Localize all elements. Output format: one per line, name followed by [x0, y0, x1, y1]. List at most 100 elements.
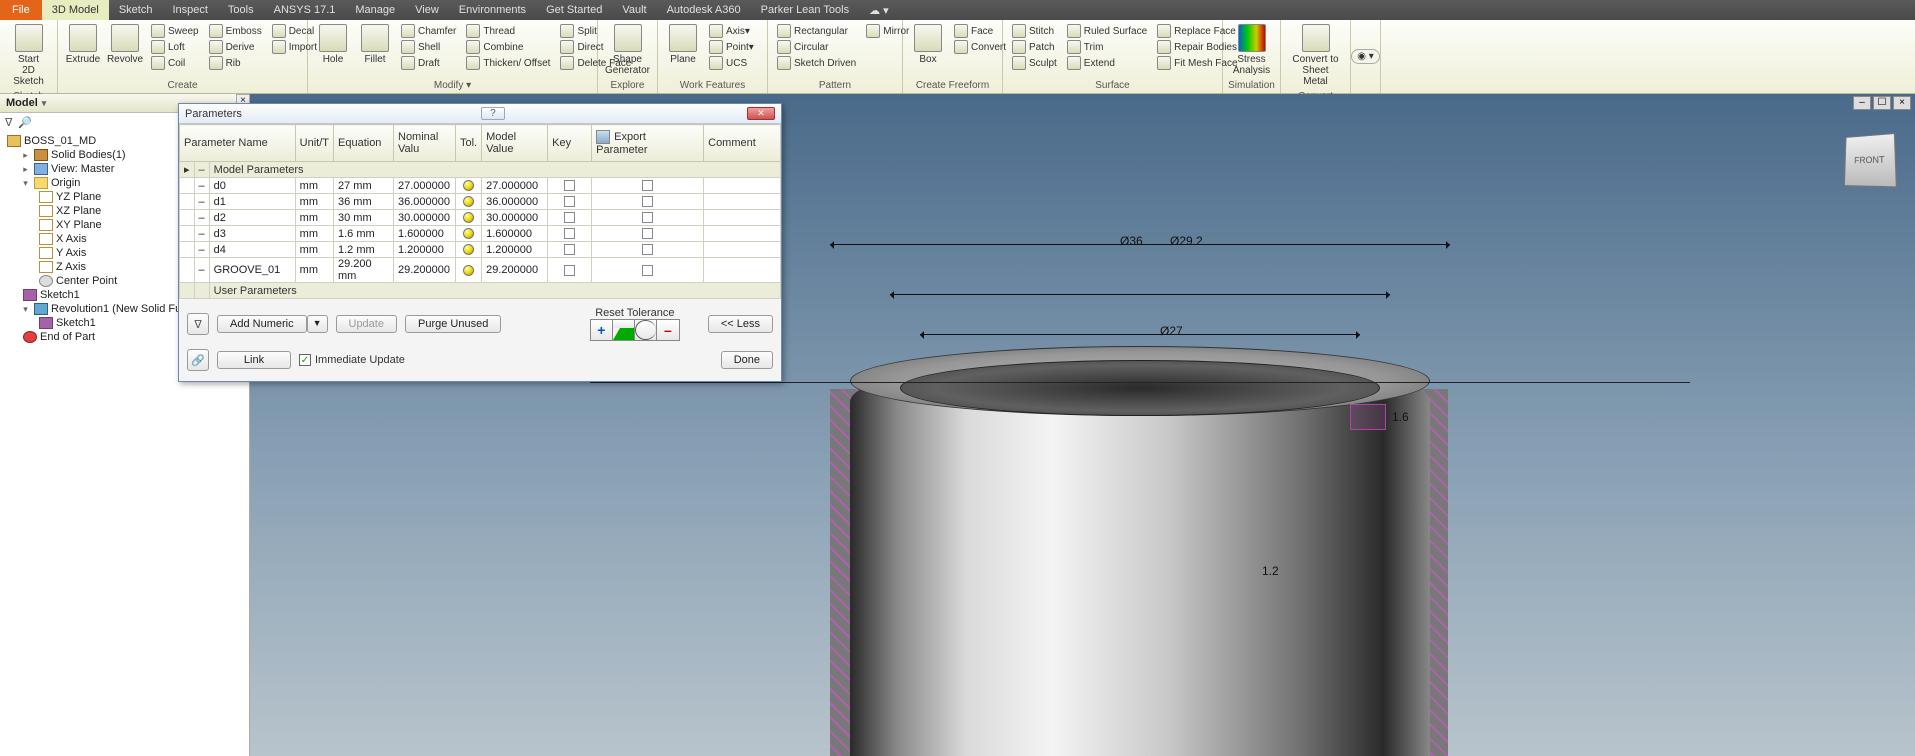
export-checkbox[interactable] — [642, 212, 653, 223]
tab-tools[interactable]: Tools — [218, 0, 264, 20]
thicken-button[interactable]: Thicken/ Offset — [464, 55, 552, 71]
export-checkbox[interactable] — [642, 196, 653, 207]
axis-button[interactable]: Axis ▾ — [707, 23, 756, 39]
link-button[interactable]: Link — [217, 351, 291, 369]
box-button[interactable]: Box — [907, 22, 949, 67]
table-row[interactable]: –d0mm27 mm27.00000027.000000 — [180, 178, 781, 194]
plane-button[interactable]: Plane — [662, 22, 704, 67]
shell-button[interactable]: Shell — [399, 39, 458, 55]
done-button[interactable]: Done — [721, 351, 773, 369]
patch-button[interactable]: Patch — [1010, 39, 1059, 55]
tab-environments[interactable]: Environments — [449, 0, 536, 20]
file-menu[interactable]: File — [0, 0, 42, 20]
sculpt-button[interactable]: Sculpt — [1010, 55, 1059, 71]
section-user-parameters[interactable]: User Parameters — [180, 283, 781, 299]
trim-button[interactable]: Trim — [1065, 39, 1149, 55]
extrude-button[interactable]: Extrude — [62, 22, 104, 67]
coil-button[interactable]: Coil — [149, 55, 201, 71]
face-button[interactable]: Face — [952, 23, 1008, 39]
tolerance-lamp[interactable] — [463, 265, 474, 276]
circular-button[interactable]: Circular — [775, 39, 858, 55]
tab-inspect[interactable]: Inspect — [162, 0, 217, 20]
link-icon-button[interactable]: 🔗 — [187, 349, 209, 371]
col-equation[interactable]: Equation — [334, 125, 394, 162]
sketch-driven-button[interactable]: Sketch Driven — [775, 55, 858, 71]
section-model-parameters[interactable]: ▸–Model Parameters — [180, 162, 781, 178]
table-row[interactable]: –GROOVE_01mm29.200 mm29.20000029.200000 — [180, 258, 781, 283]
filter-button[interactable]: ∇ — [187, 313, 209, 335]
thread-button[interactable]: Thread — [464, 23, 552, 39]
col-nominal[interactable]: Nominal Valu — [394, 125, 456, 162]
tolerance-lamp[interactable] — [463, 180, 474, 191]
col-tol[interactable]: Tol. — [456, 125, 482, 162]
start-2d-sketch-button[interactable]: Start 2D Sketch — [4, 22, 53, 89]
purge-unused-button[interactable]: Purge Unused — [405, 315, 501, 333]
tolerance-lamp[interactable] — [463, 196, 474, 207]
tab-vault[interactable]: Vault — [612, 0, 656, 20]
export-checkbox[interactable] — [642, 265, 653, 276]
rib-button[interactable]: Rib — [207, 55, 264, 71]
tab-ansys[interactable]: ANSYS 17.1 — [264, 0, 346, 20]
tab-3d-model[interactable]: 3D Model — [42, 0, 109, 20]
tol-circle-button[interactable] — [635, 320, 657, 340]
tab-sketch[interactable]: Sketch — [109, 0, 163, 20]
loft-button[interactable]: Loft — [149, 39, 201, 55]
tab-a360[interactable]: Autodesk A360 — [657, 0, 751, 20]
tolerance-lamp[interactable] — [463, 212, 474, 223]
table-row[interactable]: –d1mm36 mm36.00000036.000000 — [180, 194, 781, 210]
maximize-button[interactable]: ☐ — [1873, 96, 1891, 110]
cloud-icon[interactable]: ☁ ▾ — [859, 0, 899, 20]
col-key[interactable]: Key — [548, 125, 592, 162]
key-checkbox[interactable] — [564, 196, 575, 207]
tolerance-lamp[interactable] — [463, 228, 474, 239]
close-button[interactable]: × — [1893, 96, 1911, 110]
extend-button[interactable]: Extend — [1065, 55, 1149, 71]
col-unit[interactable]: Unit/T — [295, 125, 333, 162]
hole-button[interactable]: Hole — [312, 22, 354, 67]
shape-generator-button[interactable]: Shape Generator — [602, 22, 653, 78]
add-numeric-dropdown[interactable]: ▼ — [307, 315, 328, 333]
col-parameter-name[interactable]: Parameter Name — [180, 125, 296, 162]
table-row[interactable]: –d4mm1.2 mm1.2000001.200000 — [180, 242, 781, 258]
tol-triangle-button[interactable] — [613, 320, 635, 340]
key-checkbox[interactable] — [564, 265, 575, 276]
key-checkbox[interactable] — [564, 228, 575, 239]
col-comment[interactable]: Comment — [704, 125, 781, 162]
ruled-surface-button[interactable]: Ruled Surface — [1065, 23, 1149, 39]
convert-sheetmetal-button[interactable]: Convert to Sheet Metal — [1285, 22, 1346, 89]
derive-button[interactable]: Derive — [207, 39, 264, 55]
minimize-button[interactable]: – — [1853, 96, 1871, 110]
viewcube[interactable]: FRONT — [1844, 133, 1897, 187]
filter-icon[interactable]: ∇ — [5, 116, 12, 129]
stress-analysis-button[interactable]: Stress Analysis — [1227, 22, 1276, 78]
convert-button[interactable]: Convert — [952, 39, 1008, 55]
tab-manage[interactable]: Manage — [345, 0, 405, 20]
update-button[interactable]: Update — [336, 315, 397, 333]
less-button[interactable]: << Less — [708, 315, 773, 333]
tolerance-lamp[interactable] — [463, 244, 474, 255]
dialog-close-button[interactable]: ✕ — [747, 107, 775, 120]
export-checkbox[interactable] — [642, 180, 653, 191]
draft-button[interactable]: Draft — [399, 55, 458, 71]
export-checkbox[interactable] — [642, 228, 653, 239]
tol-minus-button[interactable]: – — [657, 320, 679, 340]
combine-button[interactable]: Combine — [464, 39, 552, 55]
ribbon-options-button[interactable]: ◉ ▾ — [1351, 49, 1380, 64]
tol-plus-button[interactable]: + — [591, 320, 613, 340]
tab-view[interactable]: View — [405, 0, 449, 20]
find-icon[interactable]: 🔎 — [18, 116, 32, 129]
emboss-button[interactable]: Emboss — [207, 23, 264, 39]
col-model-value[interactable]: Model Value — [482, 125, 548, 162]
key-checkbox[interactable] — [564, 212, 575, 223]
fillet-button[interactable]: Fillet — [354, 22, 396, 67]
key-checkbox[interactable] — [564, 180, 575, 191]
point-button[interactable]: Point ▾ — [707, 39, 756, 55]
col-export[interactable]: Export Parameter — [592, 125, 704, 162]
rectangular-button[interactable]: Rectangular — [775, 23, 858, 39]
revolve-button[interactable]: Revolve — [104, 22, 146, 67]
tab-parker[interactable]: Parker Lean Tools — [751, 0, 859, 20]
table-row[interactable]: –d3mm1.6 mm1.6000001.600000 — [180, 226, 781, 242]
chamfer-button[interactable]: Chamfer — [399, 23, 458, 39]
tab-get-started[interactable]: Get Started — [536, 0, 612, 20]
dialog-titlebar[interactable]: Parameters ? ✕ — [179, 104, 781, 124]
